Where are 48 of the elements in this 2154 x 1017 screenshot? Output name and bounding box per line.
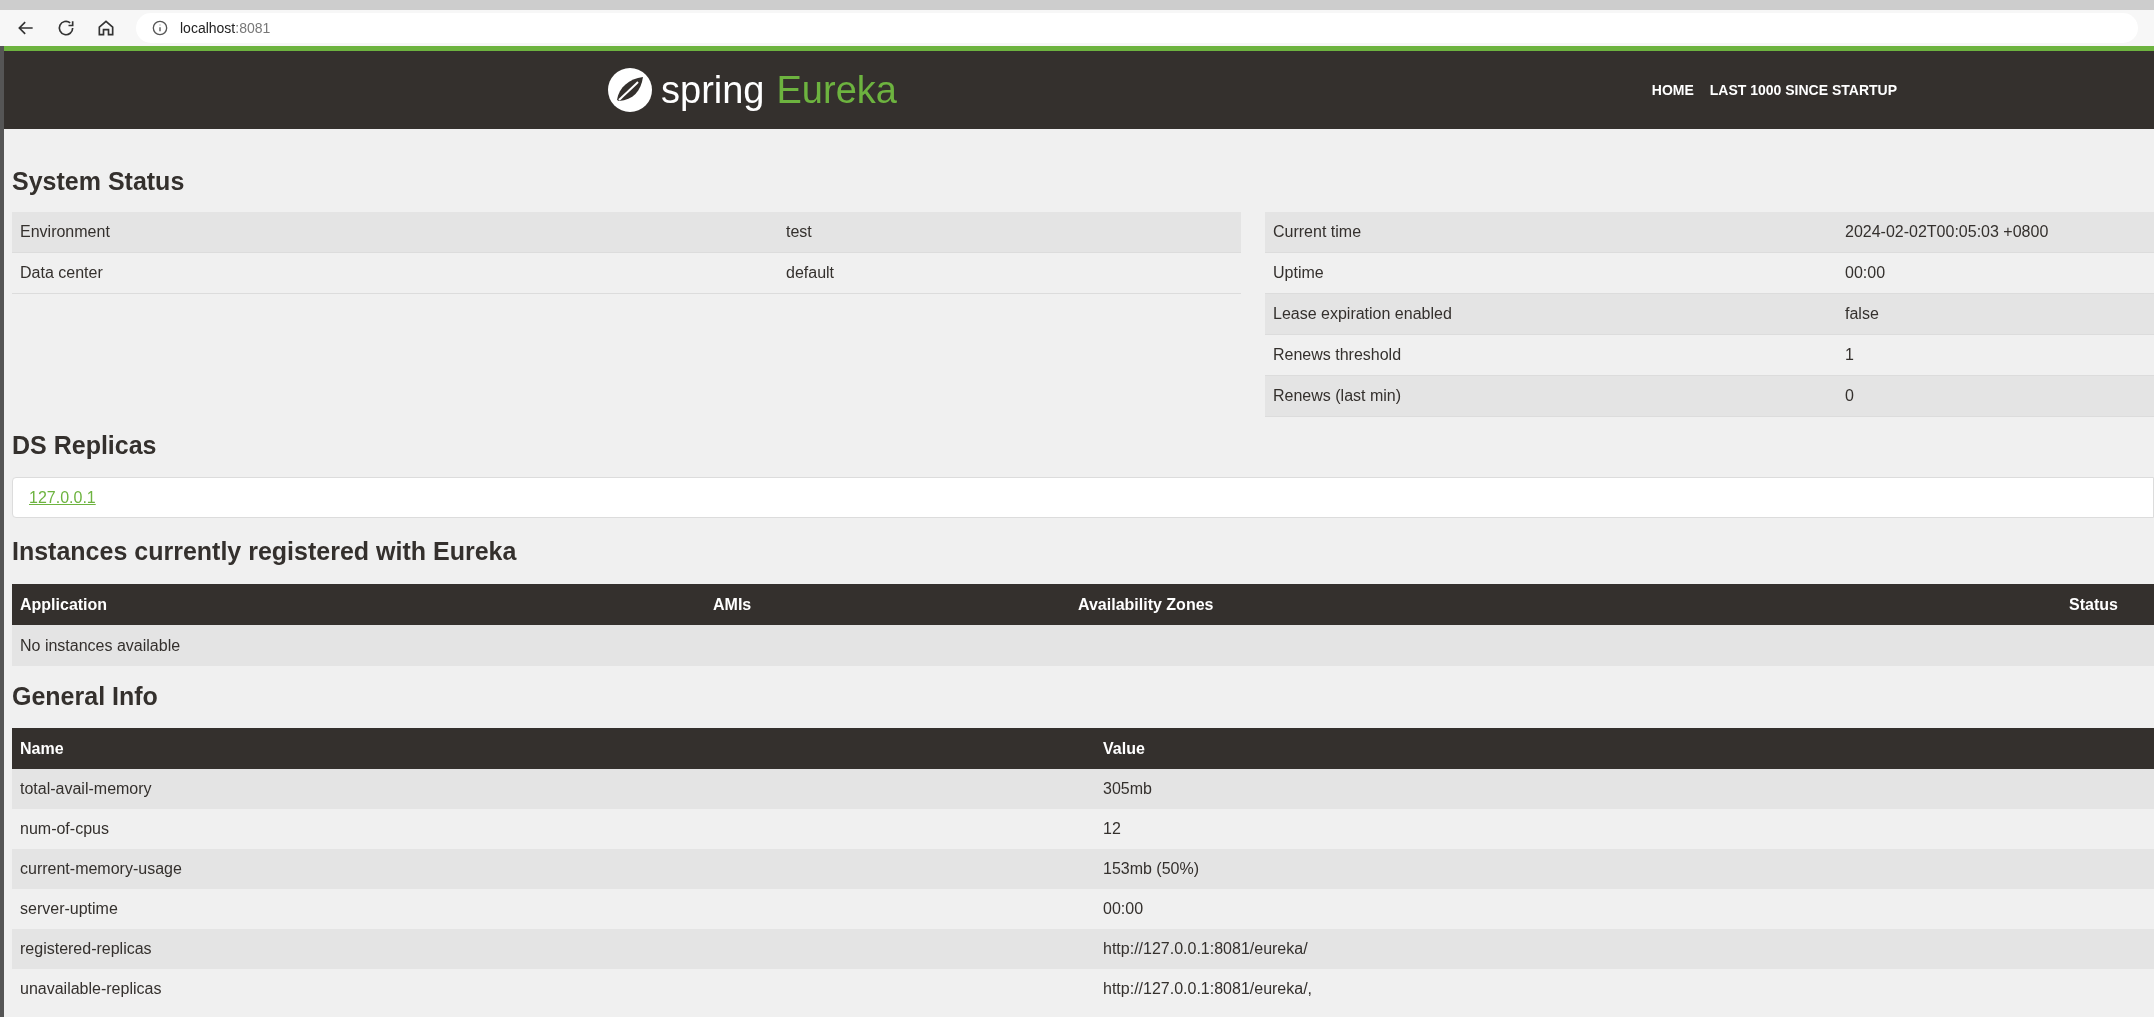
- nav-link[interactable]: HOME: [1651, 79, 1694, 101]
- address-field[interactable]: localhost:8081: [136, 13, 2138, 43]
- table-cell-text: Environment: [19, 222, 111, 242]
- table-cell-text: http://127.0.0.1:8081/eureka/: [1102, 939, 1308, 959]
- table-cell-text: Uptime: [1272, 263, 1325, 283]
- table-cell-text: Renews (last min): [1272, 386, 1403, 406]
- empty-message: No instances available: [19, 635, 181, 656]
- logo-product: Eureka: [776, 71, 897, 109]
- table-cell-text: Lease expiration enabled: [1272, 304, 1453, 324]
- table-cell-text: Data center: [19, 263, 104, 283]
- table-cell-text: default: [785, 263, 835, 283]
- spring-eureka-logo[interactable]: spring Eureka: [607, 67, 897, 113]
- table-cell-text: server-uptime: [19, 899, 119, 919]
- reload-icon[interactable]: [56, 18, 76, 38]
- section-heading: Instances currently registered with Eureka: [12, 536, 517, 568]
- logo-text: spring: [661, 71, 765, 109]
- table-cell-text: 00:00: [1844, 263, 1886, 283]
- info-icon: [152, 20, 168, 36]
- column-header: Application: [19, 594, 109, 615]
- table-cell-text: 0: [1844, 386, 1854, 406]
- table-cell-text: 00:00: [1102, 899, 1144, 919]
- table-cell-text: num-of-cpus: [19, 819, 110, 839]
- nav-link[interactable]: LAST 1000 SINCE STARTUP: [1709, 79, 1897, 101]
- column-header: Name: [19, 738, 65, 759]
- section-heading: DS Replicas: [12, 430, 157, 462]
- table-cell-text: http://127.0.0.1:8081/eureka/,: [1102, 979, 1313, 999]
- column-header: Availability Zones: [1077, 594, 1215, 615]
- table-cell-text: test: [785, 222, 812, 242]
- table-cell-text: unavailable-replicas: [19, 979, 163, 999]
- table-cell-text: 2024-02-02T00:05:03 +0800: [1844, 222, 2049, 242]
- table-cell-text: Renews threshold: [1272, 345, 1403, 365]
- table-cell-text: Current time: [1272, 222, 1363, 242]
- table-cell-text: current-memory-usage: [19, 859, 183, 879]
- table-cell-text: total-avail-memory: [19, 779, 153, 799]
- home-icon[interactable]: [96, 18, 116, 38]
- table-cell-text: false: [1844, 304, 1879, 324]
- table-cell-text: registered-replicas: [19, 939, 153, 959]
- leaf-logo-icon: [607, 67, 653, 113]
- column-header: Status: [2069, 594, 2119, 615]
- column-header: Value: [1102, 738, 1145, 759]
- url-text: localhost:8081: [180, 18, 271, 38]
- section-heading: System Status: [12, 166, 185, 198]
- table-cell-text: 305mb: [1102, 779, 1152, 799]
- table-cell-text: 153mb (50%): [1102, 859, 1200, 879]
- section-heading: General Info: [12, 681, 158, 713]
- column-header: AMIs: [712, 594, 753, 615]
- table-cell-text: 1: [1844, 345, 1854, 365]
- table-cell-text: 12: [1102, 819, 1121, 839]
